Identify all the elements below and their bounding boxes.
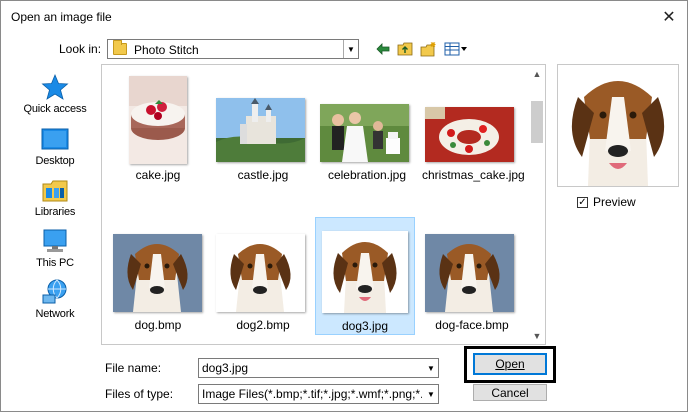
place-libraries[interactable]: Libraries — [17, 176, 93, 218]
file-name: castle.jpg — [237, 168, 289, 182]
star-icon — [40, 73, 70, 101]
network-icon — [40, 278, 70, 306]
title-bar: Open an image file ✕ — [1, 1, 687, 33]
preview-checkbox-row[interactable]: ✓ Preview — [577, 195, 636, 209]
open-image-dialog: Open an image file ✕ Look in: Photo Stit… — [0, 0, 688, 412]
file-thumbnail — [113, 234, 202, 312]
file-item-dog-face[interactable]: dog-face.bmp — [422, 217, 522, 335]
file-item-dog2[interactable]: dog2.bmp — [213, 217, 313, 335]
cancel-button-label: Cancel — [491, 385, 529, 400]
file-item-celebration[interactable]: celebration.jpg — [317, 67, 417, 185]
open-button[interactable]: Open — [473, 353, 547, 375]
file-item-dog[interactable]: dog.bmp — [108, 217, 208, 335]
file-name-label: File name: — [105, 361, 162, 375]
up-folder-button[interactable] — [395, 39, 415, 59]
new-folder-icon — [420, 42, 436, 57]
file-name: cake.jpg — [135, 168, 181, 182]
dialog-title: Open an image file — [11, 10, 112, 24]
look-in-value: Photo Stitch — [134, 43, 199, 57]
file-thumbnail — [216, 234, 305, 312]
scroll-down-icon[interactable]: ▼ — [529, 327, 545, 344]
place-label: This PC — [36, 257, 74, 269]
file-list-scrollbar[interactable]: ▲ ▼ — [529, 65, 545, 344]
scroll-thumb[interactable] — [531, 101, 543, 143]
file-item-christmas-cake[interactable]: christmas_cake.jpg — [422, 67, 525, 185]
close-icon: ✕ — [662, 9, 676, 26]
chevron-down-icon: ▼ — [343, 40, 358, 58]
file-name: dog3.jpg — [341, 319, 389, 333]
file-thumbnail — [216, 98, 305, 162]
preview-label: Preview — [593, 195, 636, 209]
place-label: Network — [35, 308, 75, 320]
file-item-dog3[interactable]: dog3.jpg — [315, 217, 415, 335]
back-button[interactable] — [373, 39, 393, 59]
file-name: dog-face.bmp — [435, 318, 509, 332]
chevron-down-icon[interactable]: ▼ — [423, 359, 438, 377]
file-name-combo[interactable]: ▼ — [198, 358, 439, 378]
file-thumbnail — [425, 107, 514, 162]
folder-icon — [113, 40, 127, 55]
libraries-icon — [40, 176, 70, 204]
file-name: dog2.bmp — [236, 318, 290, 332]
preview-image — [558, 65, 678, 186]
look-in-dropdown[interactable]: Photo Stitch ▼ — [107, 39, 359, 59]
file-thumbnail — [320, 104, 409, 162]
preview-checkbox[interactable]: ✓ — [577, 196, 588, 208]
place-this-pc[interactable]: This PC — [17, 227, 93, 269]
file-item-cake[interactable]: cake.jpg — [108, 67, 208, 185]
close-button[interactable]: ✕ — [653, 3, 685, 31]
file-name-field[interactable] — [199, 359, 423, 377]
computer-icon — [40, 227, 70, 255]
file-name: dog.bmp — [134, 318, 182, 332]
view-menu-button[interactable] — [443, 39, 469, 59]
place-label: Libraries — [34, 206, 76, 218]
place-network[interactable]: Network — [17, 278, 93, 320]
place-label: Quick access — [23, 103, 87, 115]
place-quick-access[interactable]: Quick access — [17, 73, 93, 115]
chevron-down-icon[interactable]: ▼ — [423, 385, 438, 403]
up-folder-icon — [397, 42, 413, 56]
places-bar: Quick access Desktop Libraries This PC N… — [17, 69, 93, 339]
place-desktop[interactable]: Desktop — [17, 125, 93, 167]
open-button-label: Open — [495, 357, 525, 371]
look-in-label: Look in: — [59, 42, 102, 56]
place-label: Desktop — [35, 155, 75, 167]
files-of-type-dropdown[interactable]: Image Files(*.bmp;*.tif;*.jpg;*.wmf;*.pn… — [198, 384, 439, 404]
scroll-up-icon[interactable]: ▲ — [529, 65, 545, 82]
files-of-type-value: Image Files(*.bmp;*.tif;*.jpg;*.wmf;*.pn… — [202, 387, 422, 401]
file-item-castle[interactable]: castle.jpg — [213, 67, 313, 185]
preview-pane — [557, 64, 679, 187]
view-menu-icon — [444, 42, 467, 56]
files-of-type-label: Files of type: — [105, 387, 174, 401]
file-thumbnail — [425, 234, 514, 312]
file-thumbnail — [322, 231, 408, 313]
file-thumbnail — [129, 76, 187, 164]
cancel-button[interactable]: Cancel — [473, 384, 547, 401]
file-name: christmas_cake.jpg — [422, 168, 525, 182]
file-list[interactable]: cake.jpg castle.jpg celebration.jpg chri… — [101, 64, 546, 345]
new-folder-button[interactable] — [419, 39, 439, 59]
file-name: celebration.jpg — [327, 168, 407, 182]
back-arrow-icon — [376, 43, 390, 55]
desktop-icon — [40, 125, 70, 153]
